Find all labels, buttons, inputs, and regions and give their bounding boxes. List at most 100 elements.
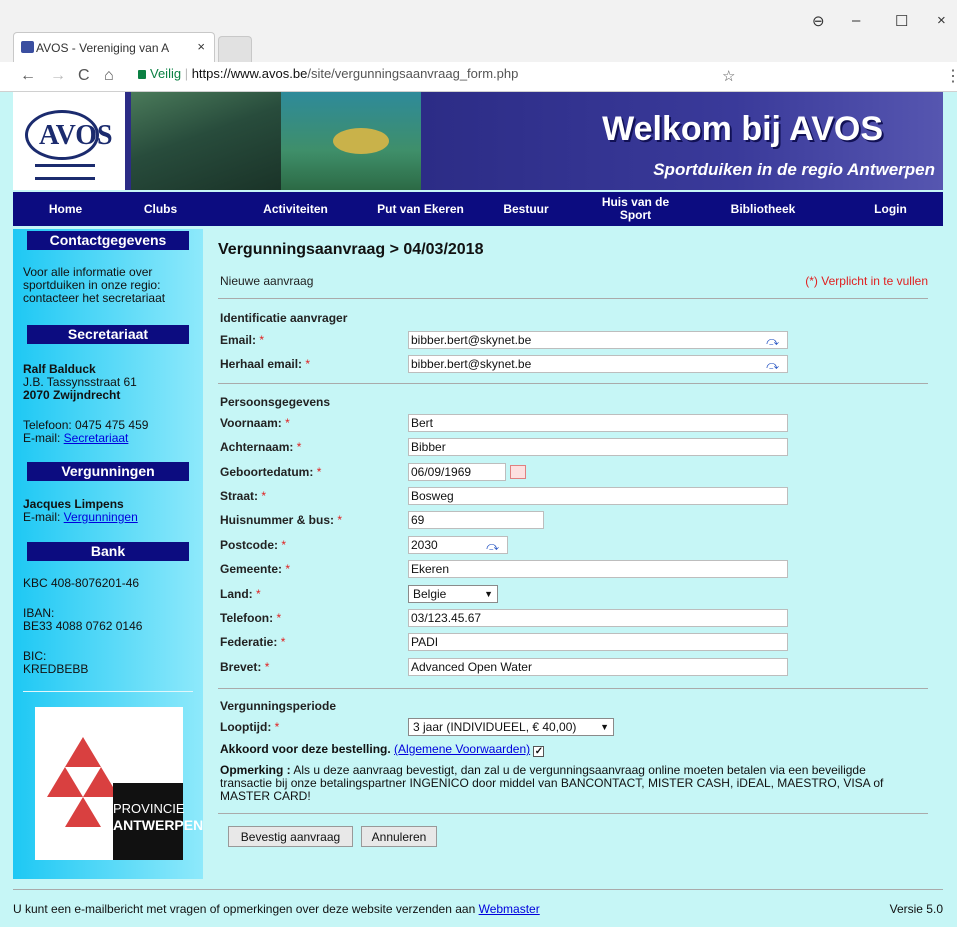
main-nav: Home Clubs Activiteiten Put van Ekeren B… <box>13 192 943 226</box>
divider <box>218 813 928 814</box>
provincie-line1: PROVINCIE <box>113 801 185 816</box>
remark-body: Als u deze aanvraag bevestigt, dan zal u… <box>220 763 884 803</box>
nav-huis-van-de-sport[interactable]: Huis van de Sport <box>588 192 683 226</box>
provincie-line2: ANTWERPEN <box>113 817 204 833</box>
iban-label: IBAN: <box>23 606 55 620</box>
land-label: Land: * <box>220 587 261 601</box>
provincie-antwerpen-logo[interactable]: PROVINCIE ANTWERPEN <box>35 707 203 860</box>
telefoon-field[interactable]: 03/123.45.67 <box>408 609 788 627</box>
sidebar-divider <box>23 691 193 692</box>
url-host: https://www.avos.be <box>191 66 308 81</box>
nav-bestuur[interactable]: Bestuur <box>491 192 561 226</box>
remark-text: Opmerking : Als u deze aanvraag bevestig… <box>220 764 920 803</box>
page-title: Vergunningsaanvraag > 04/03/2018 <box>218 241 484 258</box>
nav-clubs[interactable]: Clubs <box>128 192 193 226</box>
nav-bibliotheek[interactable]: Bibliotheek <box>713 192 813 226</box>
bic-label: BIC: <box>23 649 47 663</box>
postcode-label: Postcode: * <box>220 538 287 552</box>
forward-button[interactable]: → <box>50 67 66 85</box>
land-select[interactable]: Belgie ▼ <box>408 585 498 603</box>
divider <box>218 383 928 384</box>
footer-text: U kunt een e-mailbericht met vragen of o… <box>13 902 540 916</box>
reload-button[interactable]: C <box>78 67 90 85</box>
diver-photo <box>131 92 281 190</box>
profile-icon[interactable]: ⊖ <box>812 12 825 30</box>
gemeente-field[interactable]: Ekeren <box>408 560 788 578</box>
postcode-field[interactable]: 2030 ⤼ <box>408 536 508 554</box>
secretariaat-email-link[interactable]: Secretariaat <box>64 431 129 445</box>
bookmark-star-icon[interactable]: ☆ <box>722 67 735 85</box>
webmaster-link[interactable]: Webmaster <box>479 902 540 916</box>
browser-tabstrip: AVOS - Vereniging van A × ⊖ – ☐ × <box>0 0 957 62</box>
secretariaat-city: 2070 Zwijndrecht <box>23 388 121 402</box>
close-window-button[interactable]: × <box>937 12 946 29</box>
vergunningen-email-link[interactable]: Vergunningen <box>64 510 138 524</box>
contact-heading: Contactgegevens <box>27 231 189 250</box>
footer-divider <box>13 889 943 890</box>
maximize-button[interactable]: ☐ <box>895 12 908 30</box>
autofill-key-icon[interactable]: ⤼ <box>766 357 779 373</box>
nav-put-van-ekeren[interactable]: Put van Ekeren <box>368 192 473 226</box>
secretariaat-contact: Telefoon: 0475 475 459 E-mail: Secretari… <box>23 419 199 445</box>
provincie-label: PROVINCIE ANTWERPEN <box>113 783 203 860</box>
page-area: AVOS Welkom bij AVOS Sportduiken in de r… <box>0 92 957 927</box>
version-label: Versie 5.0 <box>889 902 943 916</box>
federatie-field[interactable]: PADI <box>408 633 788 651</box>
secure-label: Veilig <box>150 66 182 81</box>
site-favicon-icon <box>21 41 34 53</box>
bank-heading: Bank <box>27 542 189 561</box>
vergunningen-email-label: E-mail: <box>23 510 64 524</box>
nav-home[interactable]: Home <box>33 192 98 226</box>
back-button[interactable]: ← <box>20 67 36 85</box>
secretariaat-name: Ralf Balduck <box>23 362 96 376</box>
triangle-shape <box>65 797 101 827</box>
looptijd-select[interactable]: 3 jaar (INDIVIDUEEL, € 40,00) ▼ <box>408 718 614 736</box>
tab-close-icon[interactable]: × <box>197 39 205 54</box>
address-bar[interactable]: Veilig | https://www.avos.be/site/vergun… <box>138 66 518 81</box>
minimize-button[interactable]: – <box>852 12 860 29</box>
site-banner: AVOS Welkom bij AVOS Sportduiken in de r… <box>13 92 943 190</box>
huisnummer-field[interactable]: 69 <box>408 511 544 529</box>
welcome-heading: Welkom bij AVOS <box>602 110 883 148</box>
section-identificatie: Identificatie aanvrager <box>220 311 348 325</box>
autofill-key-icon[interactable]: ⤼ <box>486 538 499 554</box>
autofill-key-icon[interactable]: ⤼ <box>766 333 779 349</box>
cancel-button[interactable]: Annuleren <box>361 826 437 847</box>
straat-field[interactable]: Bosweg <box>408 487 788 505</box>
nav-activiteiten[interactable]: Activiteiten <box>248 192 343 226</box>
geboortedatum-field[interactable]: 06/09/1969 <box>408 463 506 481</box>
new-request-label: Nieuwe aanvraag <box>220 274 314 288</box>
secretariaat-phone: Telefoon: 0475 475 459 <box>23 418 149 432</box>
section-persoonsgegevens: Persoonsgegevens <box>220 395 331 409</box>
telefoon-label: Telefoon: * <box>220 611 282 625</box>
bank-kbc: KBC 408-8076201-46 <box>23 576 140 590</box>
vergunningen-name: Jacques Limpens <box>23 497 124 511</box>
new-tab-button[interactable] <box>218 36 252 62</box>
home-button[interactable]: ⌂ <box>104 67 114 85</box>
achternaam-field[interactable]: Bibber <box>408 438 788 456</box>
confirm-button[interactable]: Bevestig aanvraag <box>228 826 353 847</box>
secretariaat-address: Ralf Balduck J.B. Tassynsstraat 61 2070 … <box>23 363 199 402</box>
huisnummer-label: Huisnummer & bus: * <box>220 513 343 527</box>
email-field[interactable]: bibber.bert@skynet.be ⤼ <box>408 331 788 349</box>
divider <box>218 688 928 689</box>
iban-value: BE33 4088 0762 0146 <box>23 619 143 633</box>
brevet-field[interactable]: Advanced Open Water <box>408 658 788 676</box>
agreement-row: Akkoord voor deze bestelling. (Algemene … <box>220 742 545 757</box>
email-repeat-field[interactable]: bibber.bert@skynet.be ⤼ <box>408 355 788 373</box>
browser-tab[interactable]: AVOS - Vereniging van A × <box>13 32 215 62</box>
agreement-checkbox[interactable]: ✓ <box>533 746 545 757</box>
brevet-label: Brevet: * <box>220 660 270 674</box>
terms-link[interactable]: (Algemene Voorwaarden) <box>394 742 530 756</box>
nav-login[interactable]: Login <box>858 192 923 226</box>
browser-menu-icon[interactable]: ⋮ <box>945 66 957 86</box>
calendar-icon[interactable] <box>510 465 526 479</box>
fish-shape <box>333 128 389 154</box>
section-vergunningsperiode: Vergunningsperiode <box>220 699 337 713</box>
voornaam-field[interactable]: Bert <box>408 414 788 432</box>
tab-title: AVOS - Vereniging van A <box>36 40 170 55</box>
avos-logo[interactable]: AVOS <box>13 92 125 190</box>
agreement-label: Akkoord voor deze bestelling. <box>220 742 391 756</box>
contact-text: Voor alle informatie over sportduiken in… <box>23 265 166 305</box>
url-path: /site/vergunningsaanvraag_form.php <box>307 66 519 81</box>
